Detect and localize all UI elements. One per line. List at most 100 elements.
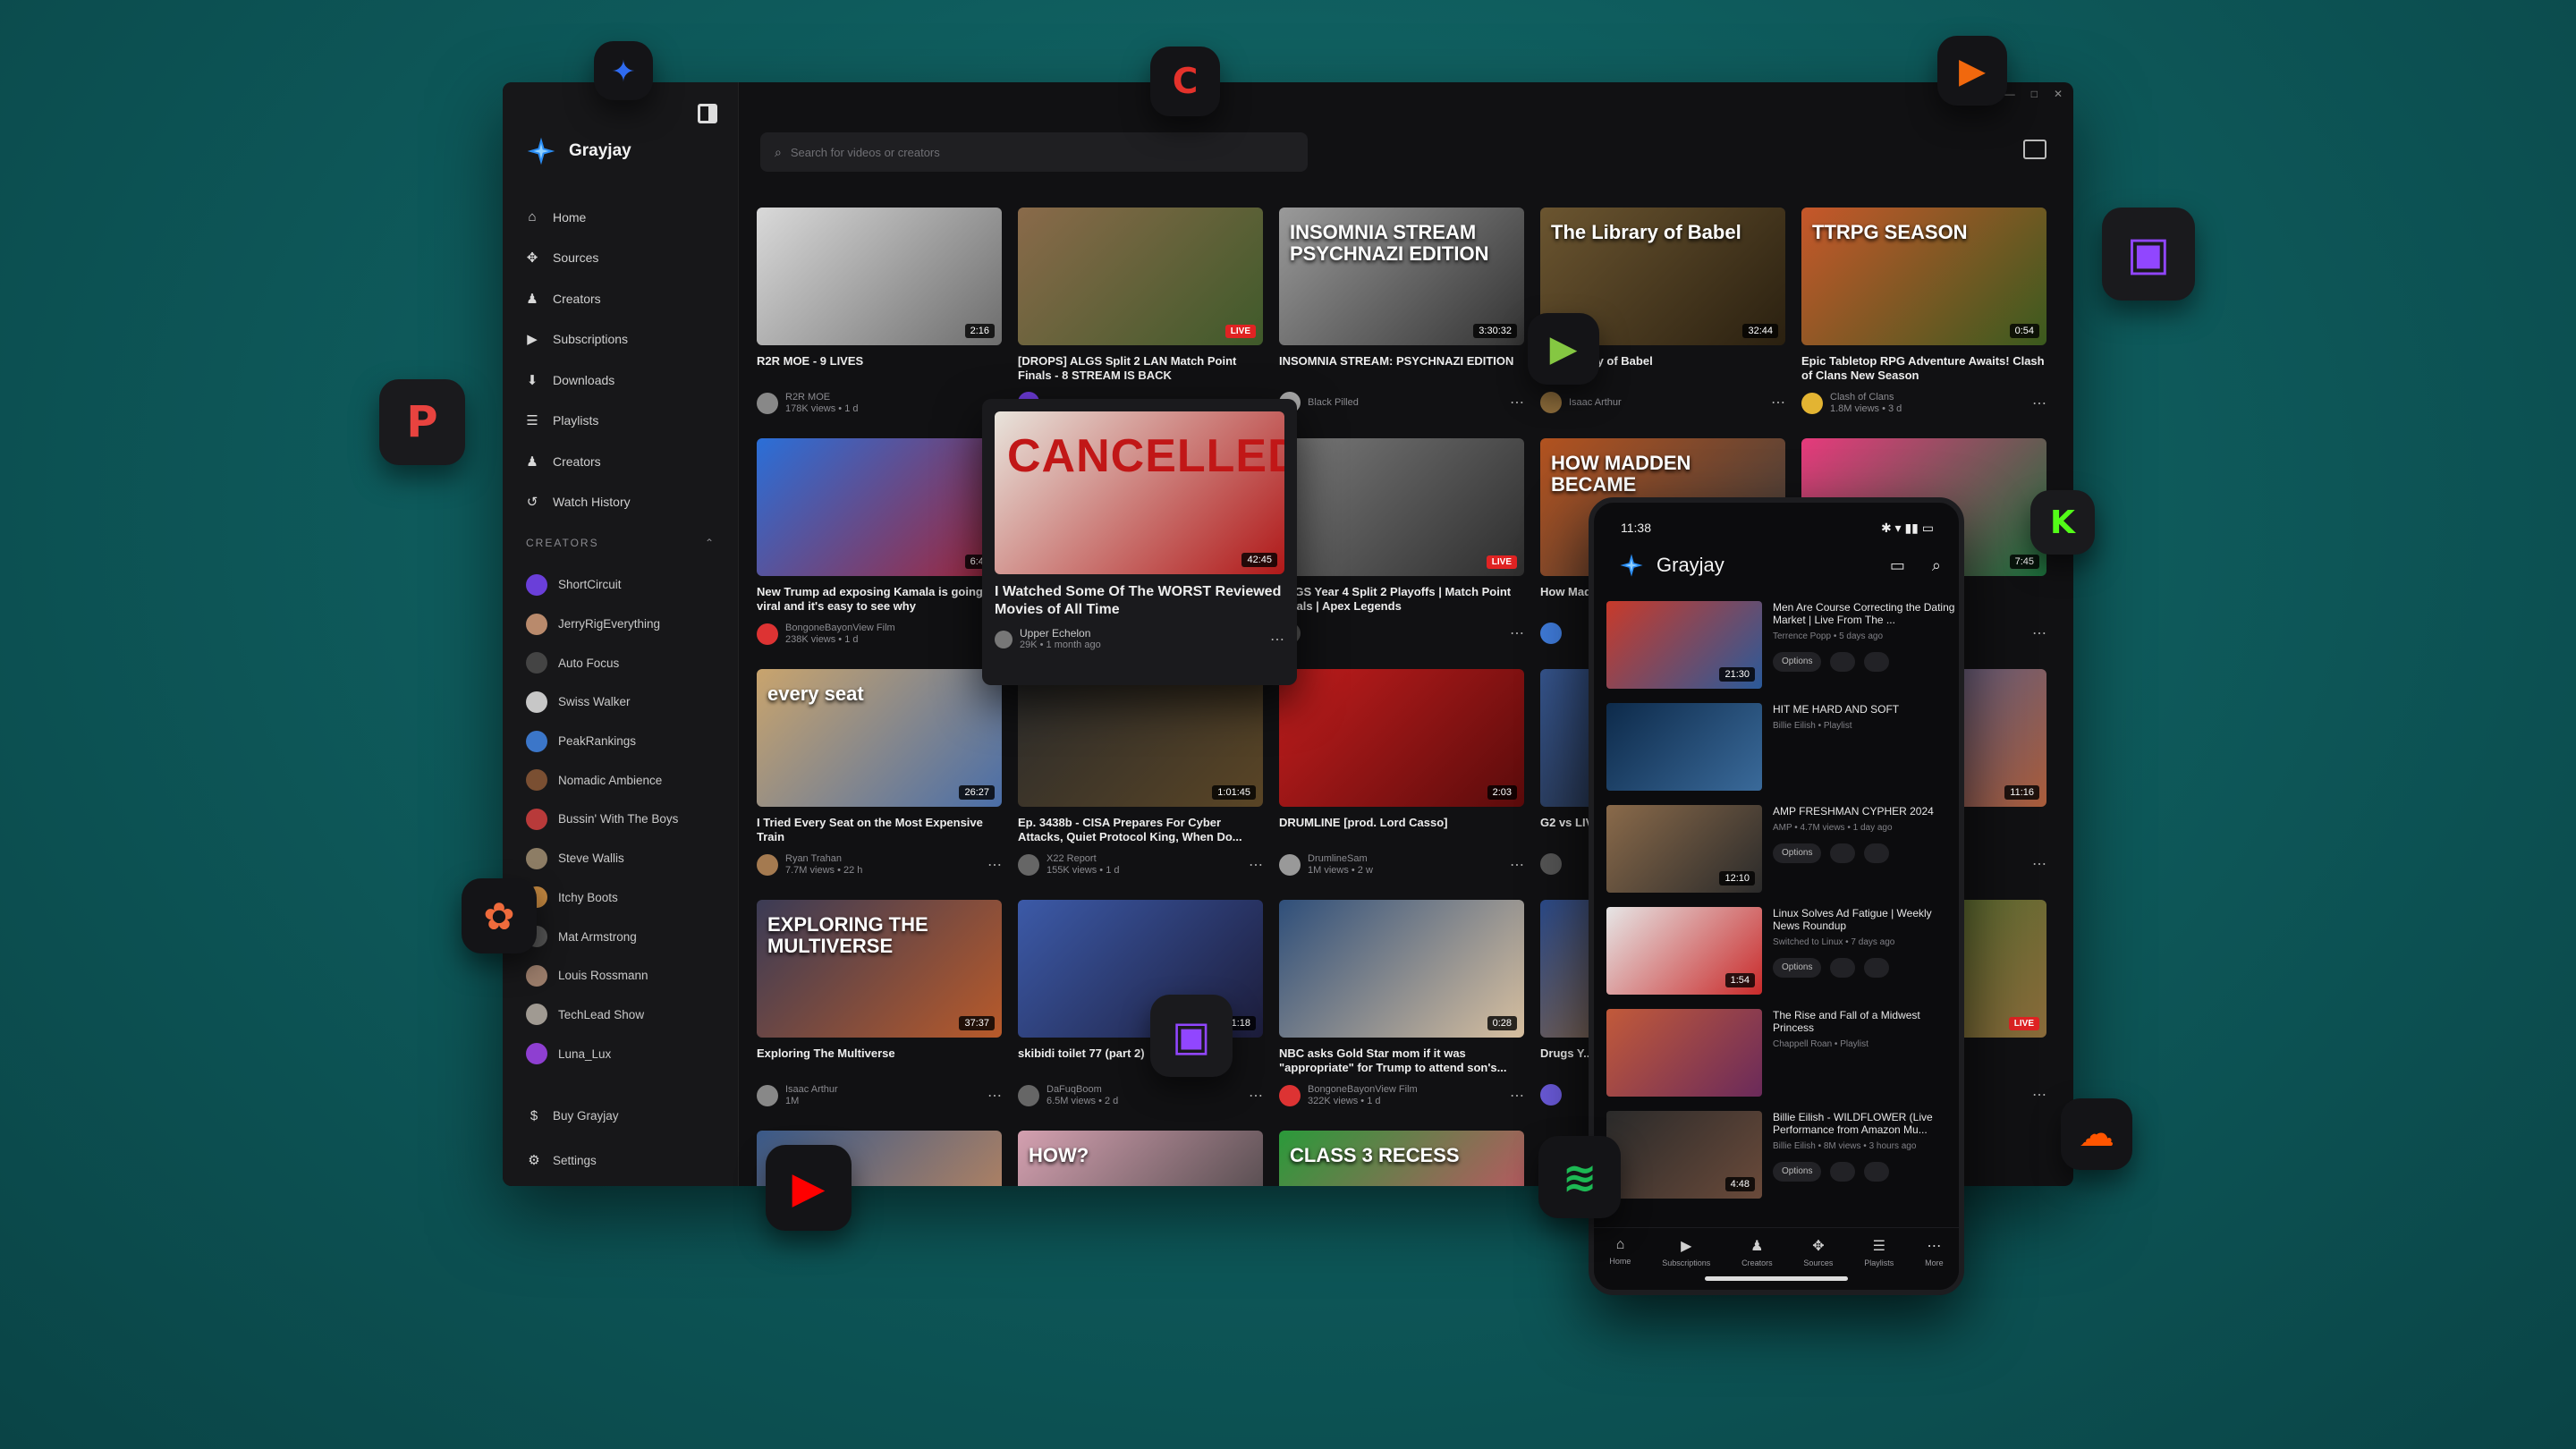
search-input[interactable] [790,145,1274,159]
list-item[interactable]: The Rise and Fall of a Midwest Princess … [1606,1009,1955,1111]
channel-avatar[interactable] [757,854,778,876]
options-button[interactable]: Options [1773,1162,1822,1182]
creator-item[interactable]: Itchy Boots [526,878,723,918]
list-item[interactable]: HIT ME HARD AND SOFT Billie Eilish • Pla… [1606,703,1955,805]
video-title[interactable]: NBC asks Gold Star mom if it was "approp… [1279,1046,1524,1075]
channel-avatar[interactable] [995,631,1013,648]
video-thumbnail[interactable]: CANCELLED 42:45 [995,411,1284,574]
creator-item[interactable]: TechLead Show [526,996,723,1035]
options-button[interactable]: Options [1773,652,1822,672]
creator-item[interactable]: PeakRankings [526,722,723,761]
sidebar-item-buy-grayjay[interactable]: $ Buy Grayjay [526,1093,723,1138]
creator-item[interactable]: Nomadic Ambience [526,760,723,800]
creator-item[interactable]: Swiss Walker [526,682,723,722]
channel-avatar[interactable] [1540,1084,1562,1106]
creator-item[interactable]: Luna_Lux [526,1034,723,1073]
list-item[interactable]: 12:10 AMP FRESHMAN CYPHER 2024 AMP • 4.7… [1606,805,1955,907]
creators-section-header[interactable]: CREATORS ⌃ [526,537,716,549]
more-options-icon[interactable]: ⋯ [1270,631,1284,648]
video-card[interactable]: TTRPG SEASON 0:54 Epic Tabletop RPG Advent… [1801,208,2046,415]
list-item[interactable]: 4:48 Billie Eilish - WILDFLOWER (Live Pe… [1606,1111,1955,1213]
channel-name[interactable]: Ryan Trahan [785,853,862,865]
more-options-icon[interactable]: ⋯ [1510,624,1524,642]
creator-item[interactable]: ShortCircuit [526,565,723,605]
list-item[interactable]: 21:30 Men Are Course Correcting the Dati… [1606,601,1955,703]
add-to-playlist-icon[interactable] [1830,843,1856,863]
sidebar-item-home[interactable]: ⌂ Home [524,197,721,238]
video-card[interactable]: CLASS 3 RECESS [1279,1131,1524,1186]
creator-item[interactable]: JerryRigEverything [526,605,723,644]
video-card[interactable]: 0:28 NBC asks Gold Star mom if it was "ap… [1279,900,1524,1107]
video-thumbnail[interactable] [1606,703,1762,791]
channel-avatar[interactable] [1540,392,1562,413]
video-title[interactable]: ALGS Year 4 Split 2 Playoffs | Match Poi… [1279,585,1524,614]
sidebar-item-downloads[interactable]: ⬇ Downloads [524,360,721,401]
more-options-icon[interactable]: ⋯ [2032,394,2046,412]
channel-name[interactable]: Clash of Clans [1830,392,1902,403]
channel-name[interactable]: X22 Report [1046,853,1120,865]
creator-item[interactable]: Bussin' With The Boys [526,800,723,839]
tab-creators[interactable]: ♟ Creators [1741,1237,1773,1290]
maximize-icon[interactable]: □ [2031,88,2038,100]
more-options-icon[interactable]: ⋯ [1510,394,1524,411]
channel-name[interactable]: BongoneBayonView Film [1308,1084,1418,1096]
channel-avatar[interactable] [1018,1085,1039,1106]
video-title[interactable]: Billie Eilish - WILDFLOWER (Live Perform… [1773,1111,1955,1136]
sidebar-item-sources[interactable]: ✥ Sources [524,238,721,279]
video-thumbnail[interactable]: 12:10 [1606,805,1762,893]
video-thumbnail[interactable]: EXPLORING THE MULTIVERSE 37:37 [757,900,1002,1038]
sidebar-item-subscriptions[interactable]: ▶ Subscriptions [524,319,721,360]
video-thumbnail[interactable]: 6:40 [757,438,1002,576]
video-card[interactable]: LIVE [DROPS] ALGS Split 2 LAN Match Point… [1018,208,1263,413]
video-title[interactable]: INSOMNIA STREAM: PSYCHNAZI EDITION [1279,354,1524,383]
video-thumbnail[interactable]: HOW? [1018,1131,1263,1186]
more-options-icon[interactable]: ⋯ [987,856,1002,874]
watch-later-icon[interactable] [1864,652,1890,672]
sidebar-item-watch-history[interactable]: ↺ Watch History [524,482,721,523]
cast-icon[interactable] [2023,140,2046,159]
tab-home[interactable]: ⌂ Home [1609,1237,1631,1290]
video-thumbnail[interactable]: every seat 26:27 [757,669,1002,807]
channel-name[interactable]: DaFuqBoom [1046,1084,1118,1096]
watch-later-icon[interactable] [1864,1162,1890,1182]
video-card[interactable]: INSOMNIA STREAM PSYCHNAZI EDITION 3:30:32… [1279,208,1524,413]
video-title[interactable]: I Watched Some Of The WORST Reviewed Mov… [995,583,1284,619]
options-button[interactable]: Options [1773,843,1822,863]
sidebar-item-settings[interactable]: ⚙ Settings [526,1138,723,1182]
more-options-icon[interactable]: ⋯ [2032,1086,2046,1104]
channel-avatar[interactable] [1279,1085,1301,1106]
channel-avatar[interactable] [1540,623,1562,644]
video-title[interactable]: R2R MOE - 9 LIVES [757,354,1002,383]
video-title[interactable]: Linux Solves Ad Fatigue | Weekly News Ro… [1773,907,1955,932]
channel-avatar[interactable] [1279,854,1301,876]
video-title[interactable]: I Tried Every Seat on the Most Expensive… [757,816,1002,844]
search-bar[interactable]: ⌕ [760,132,1308,172]
video-thumbnail[interactable]: 4:48 [1606,1111,1762,1199]
add-to-playlist-icon[interactable] [1830,1162,1856,1182]
chevron-up-icon[interactable]: ⌃ [705,537,716,549]
add-to-playlist-icon[interactable] [1830,958,1856,978]
video-card[interactable]: HOW? [1018,1131,1263,1186]
sidebar-item-creators[interactable]: ♟ Creators [524,278,721,319]
more-options-icon[interactable]: ⋯ [2032,855,2046,873]
video-card[interactable]: every seat 26:27 I Tried Every Seat on the… [757,669,1002,877]
channel-name[interactable]: Upper Echelon [1020,628,1101,640]
sidebar-item-playlists[interactable]: ☰ Playlists [524,401,721,442]
video-card[interactable]: 2:16 R2R MOE - 9 LIVES R2R MOE 178K views… [757,208,1002,415]
more-options-icon[interactable]: ⋯ [1771,394,1785,411]
cast-icon[interactable]: ▭ [1890,556,1905,575]
sidebar-toggle-icon[interactable] [698,104,717,123]
watch-later-icon[interactable] [1864,958,1890,978]
video-thumbnail[interactable]: 1:54 [1606,907,1762,995]
channel-name[interactable]: Black Pilled [1308,397,1359,409]
tab-more[interactable]: ⋯ More [1925,1237,1944,1290]
video-card[interactable]: 1:01:45 Ep. 3438b - CISA Prepares For Cyb… [1018,669,1263,877]
video-thumbnail[interactable]: 21:30 [1606,601,1762,689]
video-card[interactable]: 2:03 DRUMLINE [prod. Lord Casso] Drumline… [1279,669,1524,877]
video-title[interactable]: New Trump ad exposing Kamala is going vi… [757,585,1002,614]
video-thumbnail[interactable]: INSOMNIA STREAM PSYCHNAZI EDITION 3:30:32 [1279,208,1524,345]
video-title[interactable]: AMP FRESHMAN CYPHER 2024 [1773,805,1955,818]
search-icon[interactable]: ⌕ [1932,556,1941,575]
channel-avatar[interactable] [1018,854,1039,876]
more-options-icon[interactable]: ⋯ [1249,856,1263,874]
